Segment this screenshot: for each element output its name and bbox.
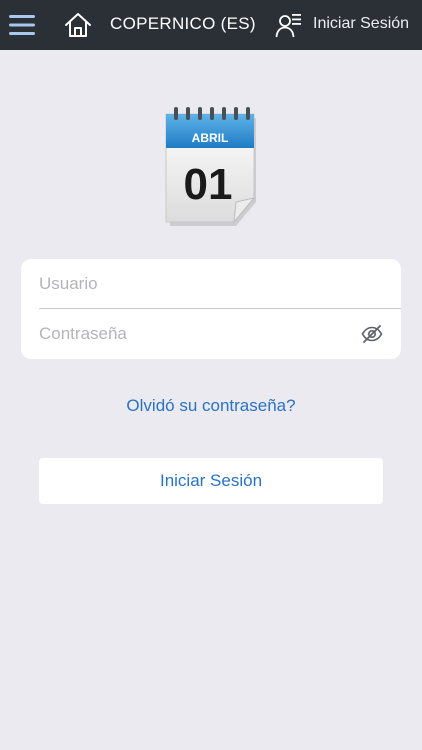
menu-icon	[9, 15, 35, 35]
home-button[interactable]	[62, 0, 94, 50]
eye-slash-icon	[361, 325, 383, 343]
password-input[interactable]	[39, 309, 359, 359]
top-navigation-bar: COPERNICO (ES) Iniciar Sesión	[0, 0, 422, 50]
username-input[interactable]	[39, 259, 359, 309]
login-form-card	[21, 259, 401, 359]
forgot-password-link[interactable]: Olvidó su contraseña?	[0, 396, 422, 416]
app-title: COPERNICO (ES)	[110, 14, 256, 33]
calendar-day: 01	[184, 160, 233, 209]
user-login-icon-button[interactable]	[274, 0, 304, 50]
calendar-logo-icon: ABRIL 01	[165, 107, 256, 226]
username-field-row	[21, 259, 401, 309]
user-list-icon	[275, 14, 301, 38]
password-field-row	[21, 309, 401, 359]
password-visibility-toggle[interactable]	[359, 321, 385, 347]
home-icon	[65, 13, 91, 37]
header-login-link[interactable]: Iniciar Sesión	[313, 0, 409, 50]
login-submit-label: Iniciar Sesión	[159, 471, 263, 490]
menu-button[interactable]	[0, 0, 44, 50]
login-submit-button[interactable]: Iniciar Sesión	[39, 458, 383, 504]
calendar-month: ABRIL	[192, 131, 229, 145]
